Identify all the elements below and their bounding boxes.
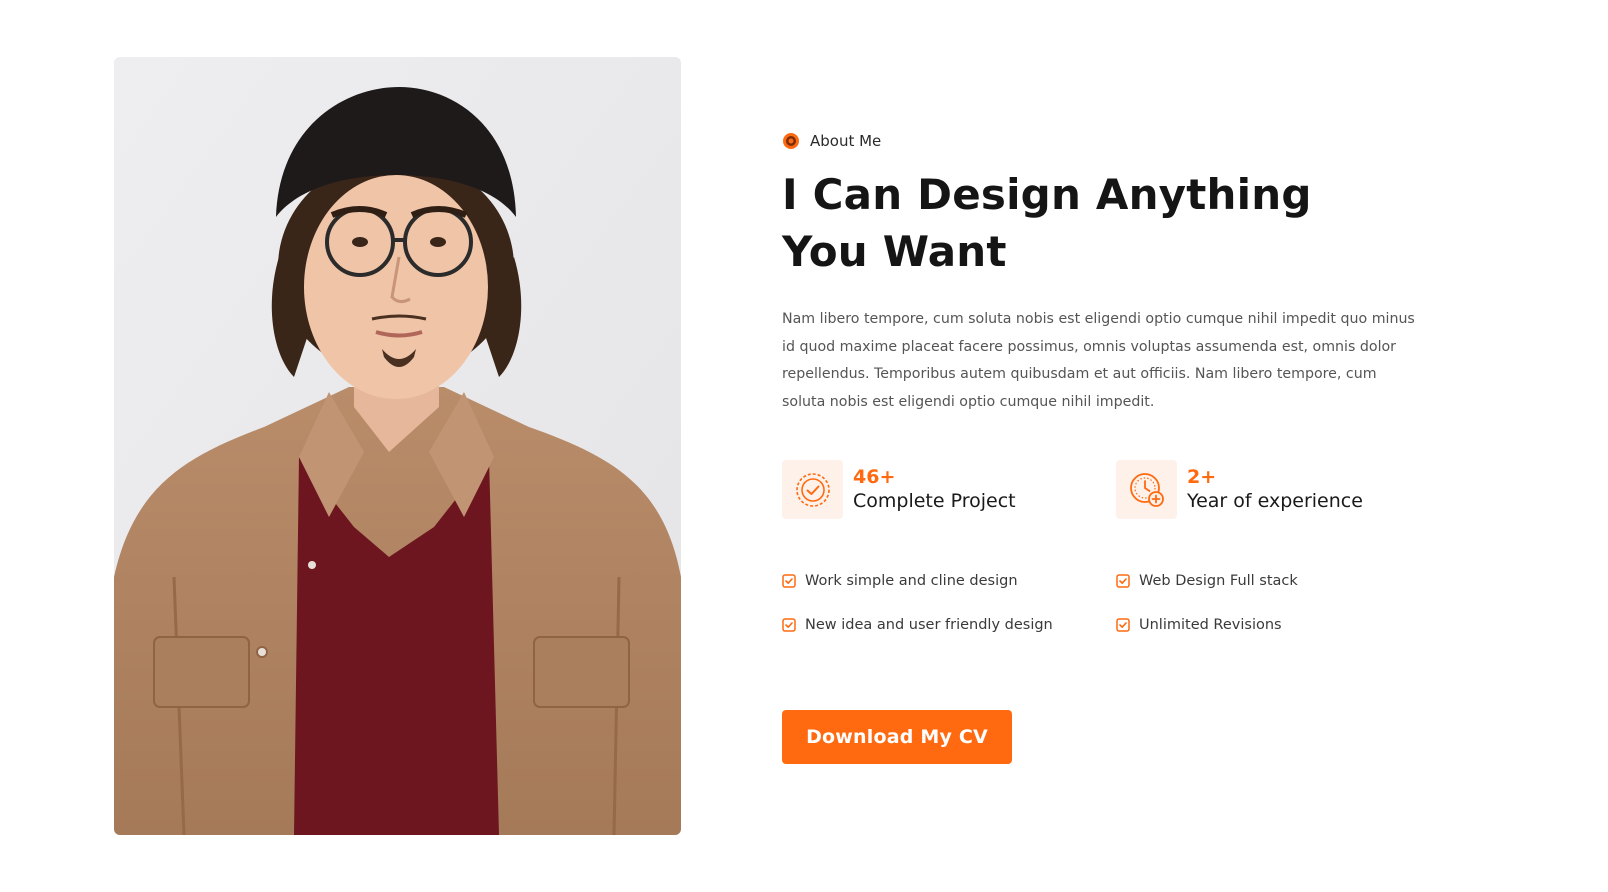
orange-dot-icon <box>782 132 800 150</box>
portrait-image <box>114 57 681 835</box>
stat-value: 46+ <box>853 465 896 488</box>
profile-photo <box>114 57 681 835</box>
list-item: Unlimited Revisions <box>1116 614 1282 636</box>
feature-label: New idea and user friendly design <box>805 617 1053 633</box>
list-item: Web Design Full stack <box>1116 570 1298 592</box>
stat-complete-project: 46+ Complete Project <box>782 460 1016 519</box>
feature-label: Web Design Full stack <box>1139 573 1298 589</box>
badge-check-icon <box>782 460 843 519</box>
stat-label: Year of experience <box>1187 489 1363 512</box>
feature-label: Work simple and cline design <box>805 573 1018 589</box>
download-cv-button[interactable]: Download My CV <box>782 710 1012 764</box>
clock-plus-icon <box>1116 460 1177 519</box>
stats-row: 46+ Complete Project 2+ Year of experien… <box>782 460 1432 522</box>
feature-label: Unlimited Revisions <box>1139 617 1282 633</box>
checkbox-icon <box>1116 618 1130 632</box>
stat-experience: 2+ Year of experience <box>1116 460 1363 519</box>
stat-value: 2+ <box>1187 465 1217 488</box>
list-item: Work simple and cline design <box>782 570 1018 592</box>
checkbox-icon <box>782 574 796 588</box>
about-content: About Me I Can Design Anything You Want … <box>782 128 1432 764</box>
eyebrow-label: About Me <box>810 132 882 150</box>
section-eyebrow: About Me <box>782 128 1432 154</box>
section-description: Nam libero tempore, cum soluta nobis est… <box>782 311 1415 410</box>
stat-label: Complete Project <box>853 489 1016 512</box>
section-heading: I Can Design Anything You Want <box>782 170 1312 276</box>
about-section: About Me I Can Design Anything You Want … <box>0 0 1608 892</box>
list-item: New idea and user friendly design <box>782 614 1053 636</box>
checkbox-icon <box>782 618 796 632</box>
checkbox-icon <box>1116 574 1130 588</box>
